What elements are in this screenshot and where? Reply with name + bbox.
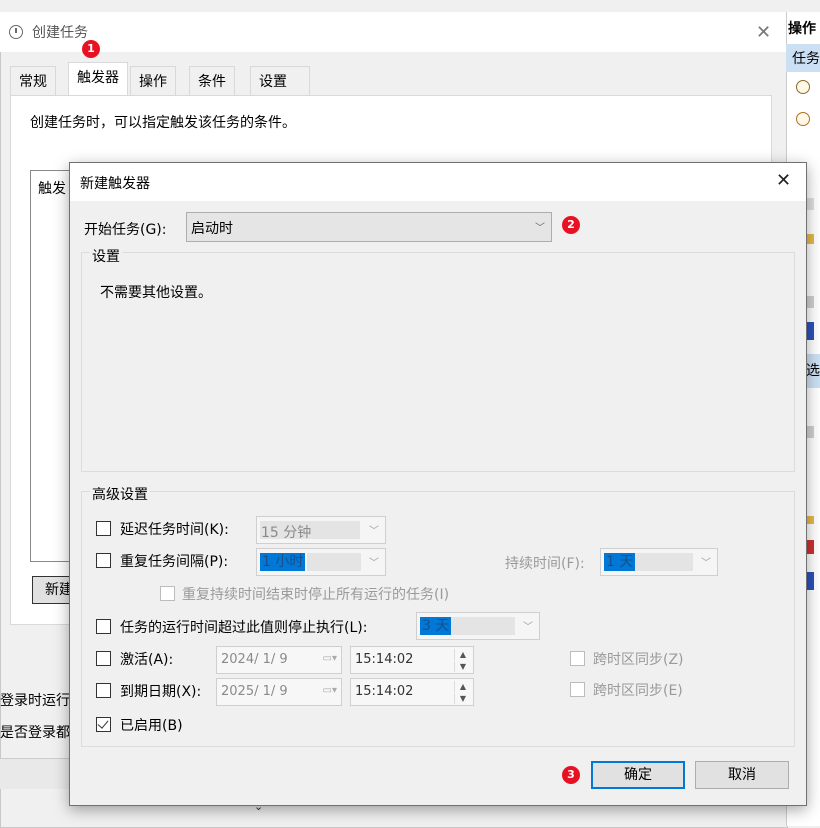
expire-date-value: 2025/ 1/ 9 xyxy=(221,684,288,699)
import-task-icon[interactable] xyxy=(796,112,810,126)
action-icon[interactable] xyxy=(806,198,814,210)
tab-conditions[interactable]: 条件 xyxy=(189,66,235,96)
activate-timezone-label: 跨时区同步(Z) xyxy=(593,652,684,668)
action-icon[interactable] xyxy=(806,516,814,524)
activate-timezone-checkbox[interactable] xyxy=(570,651,585,666)
tab-actions[interactable]: 操作 xyxy=(130,66,176,96)
spin-up-icon[interactable]: ▲ xyxy=(454,681,471,692)
advanced-settings-label: 高级设置 xyxy=(90,484,150,504)
start-task-select[interactable]: 启动时 ﹀ xyxy=(186,212,552,242)
settings-group-label: 设置 xyxy=(90,246,122,266)
action-icon[interactable] xyxy=(806,426,814,438)
folder-icon[interactable] xyxy=(806,234,814,244)
selected-item-label: 选 xyxy=(806,363,820,379)
repeat-interval-value: 1 小时 xyxy=(260,553,306,571)
start-task-value: 启动时 xyxy=(191,221,233,237)
chevron-down-icon: ﹀ xyxy=(369,526,379,537)
enabled-checkbox[interactable] xyxy=(96,717,111,732)
dialog-titlebar xyxy=(70,163,806,201)
expire-timezone-label: 跨时区同步(E) xyxy=(593,683,683,699)
step-badge-2: 2 xyxy=(562,216,580,234)
actions-panel-header: 操作 xyxy=(788,21,816,37)
chevron-down-icon: ﹀ xyxy=(701,558,711,569)
activate-date-value: 2024/ 1/ 9 xyxy=(221,652,288,667)
delete-icon[interactable] xyxy=(806,540,814,554)
chevron-down-icon: ﹀ xyxy=(535,223,545,234)
run-option-text: 是否登录都 xyxy=(0,725,70,741)
delay-task-value: 15 分钟 xyxy=(261,525,312,541)
enabled-label: 已启用(B) xyxy=(120,718,183,734)
trigger-list-header: 触发 xyxy=(38,181,66,197)
background-titlebar xyxy=(0,12,786,52)
tab-triggers[interactable]: 触发器 xyxy=(68,62,128,96)
cancel-button[interactable]: 取消 xyxy=(695,761,789,789)
run-option-text: 登录时运行 xyxy=(0,693,70,709)
clock-icon xyxy=(9,25,23,39)
chevron-down-icon: ﹀ xyxy=(523,622,533,633)
action-icon[interactable] xyxy=(806,572,814,590)
spin-up-icon[interactable]: ▲ xyxy=(454,649,471,660)
expire-checkbox[interactable] xyxy=(96,683,111,698)
expire-timezone-checkbox[interactable] xyxy=(570,682,585,697)
repeat-task-checkbox[interactable] xyxy=(96,553,111,568)
expire-time-value: 15:14:02 xyxy=(355,684,414,699)
settings-message: 不需要其他设置。 xyxy=(100,285,212,301)
activate-time-value: 15:14:02 xyxy=(355,652,414,667)
repeat-interval-select[interactable]: 1 小时 ﹀ xyxy=(256,548,386,576)
step-badge-3: 3 xyxy=(562,766,580,784)
spin-down-icon[interactable]: ▼ xyxy=(454,693,471,704)
tab-settings[interactable]: 设置 xyxy=(250,66,310,96)
delay-task-select[interactable]: 15 分钟 ﹀ xyxy=(256,516,386,544)
activate-checkbox[interactable] xyxy=(96,651,111,666)
dialog-close-icon[interactable]: ✕ xyxy=(776,170,791,191)
background-close-icon[interactable]: ✕ xyxy=(756,22,771,43)
expire-date-picker[interactable]: 2025/ 1/ 9 ▭▾ xyxy=(216,678,342,706)
stop-if-longer-checkbox[interactable] xyxy=(96,619,111,634)
actions-panel-sub-label: 任务 xyxy=(792,51,820,67)
activate-label: 激活(A): xyxy=(120,652,174,668)
calendar-icon: ▭▾ xyxy=(322,653,337,664)
spin-down-icon[interactable]: ▼ xyxy=(454,661,471,672)
chevron-down-icon: ﹀ xyxy=(369,558,379,569)
action-icon[interactable] xyxy=(806,296,814,308)
activate-time-field[interactable]: 15:14:02 ▲ ▼ xyxy=(350,646,474,674)
duration-value: 1 天 xyxy=(604,553,636,571)
duration-label: 持续时间(F): xyxy=(505,556,585,572)
delay-task-label: 延迟任务时间(K): xyxy=(120,522,229,538)
duration-select[interactable]: 1 天 ﹀ xyxy=(600,548,718,576)
ok-button[interactable]: 确定 xyxy=(591,761,685,789)
action-icon[interactable] xyxy=(806,322,814,340)
background-window-title: 创建任务 xyxy=(32,25,88,41)
create-task-icon[interactable] xyxy=(796,80,810,94)
stop-if-longer-select[interactable]: 3 天 ﹀ xyxy=(416,612,540,640)
expire-label: 到期日期(X): xyxy=(120,684,202,700)
stop-all-tasks-checkbox[interactable] xyxy=(160,586,175,601)
start-task-label: 开始任务(G): xyxy=(84,222,167,238)
stop-all-tasks-label: 重复持续时间结束时停止所有运行的任务(I) xyxy=(182,587,450,603)
trigger-description: 创建任务时，可以指定触发该任务的条件。 xyxy=(30,115,296,131)
stop-if-longer-label: 任务的运行时间超过此值则停止执行(L): xyxy=(120,620,368,636)
dialog-title: 新建触发器 xyxy=(80,176,150,192)
tab-general[interactable]: 常规 xyxy=(10,66,56,96)
delay-task-checkbox[interactable] xyxy=(96,521,111,536)
step-badge-1: 1 xyxy=(82,40,100,58)
stop-if-longer-value: 3 天 xyxy=(420,617,452,635)
activate-date-picker[interactable]: 2024/ 1/ 9 ▭▾ xyxy=(216,646,342,674)
expire-time-field[interactable]: 15:14:02 ▲ ▼ xyxy=(350,678,474,706)
calendar-icon: ▭▾ xyxy=(322,685,337,696)
repeat-task-label: 重复任务间隔(P): xyxy=(120,554,229,570)
